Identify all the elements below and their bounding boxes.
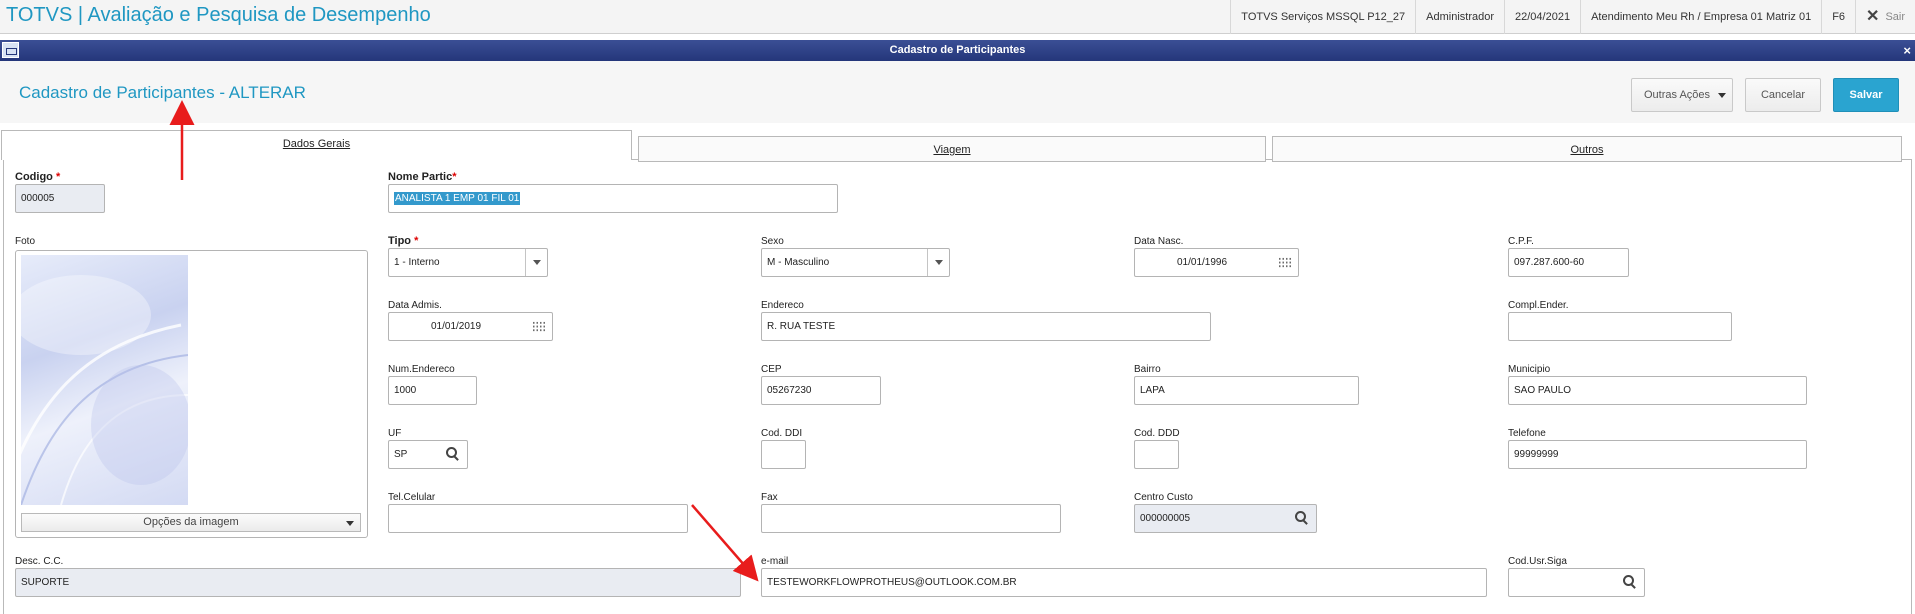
num-endereco-field[interactable]: 1000 [388, 376, 477, 405]
app-info-bar: TOTVS Serviços MSSQL P12_27 Administrado… [1230, 0, 1915, 34]
tab-outros[interactable]: Outros [1272, 136, 1902, 162]
telefone-field[interactable]: 99999999 [1508, 440, 1807, 469]
more-actions-button[interactable]: Outras Ações [1631, 78, 1733, 112]
image-options-label: Opções da imagem [143, 516, 239, 528]
data-nasc-field[interactable]: 01/01/1996 [1134, 248, 1299, 277]
cod-ddd-field[interactable] [1134, 440, 1179, 469]
page-title: Cadastro de Participantes - ALTERAR [19, 83, 306, 102]
exit-button[interactable]: ✕ Sair [1855, 0, 1915, 34]
cod-usr-siga-field[interactable] [1508, 568, 1645, 597]
cod-ddi-field[interactable] [761, 440, 806, 469]
environment-label: TOTVS Serviços MSSQL P12_27 [1230, 0, 1415, 34]
photo-frame: Opções da imagem [15, 250, 368, 538]
exit-label: Sair [1885, 11, 1905, 23]
sexo-value: M - Masculino [767, 257, 830, 268]
centro-custo-label: Centro Custo [1134, 492, 1193, 503]
uf-field[interactable]: SP [388, 440, 468, 469]
nome-label: Nome Partic* [388, 171, 457, 183]
photo-placeholder-image [21, 255, 188, 505]
dialog-header: Cadastro de Participantes - ALTERAR Outr… [0, 61, 1915, 123]
search-icon[interactable] [1623, 575, 1637, 589]
nome-value: ANALISTA 1 EMP 01 FIL 01 [394, 192, 521, 205]
tab-dados-gerais[interactable]: Dados Gerais [1, 130, 632, 160]
save-button[interactable]: Salvar [1833, 78, 1899, 112]
endereco-field[interactable]: R. RUA TESTE [761, 312, 1211, 341]
data-admis-value: 01/01/2019 [431, 321, 482, 332]
endereco-label: Endereco [761, 300, 804, 311]
data-nasc-label: Data Nasc. [1134, 236, 1184, 247]
centro-custo-value: 000000005 [1140, 513, 1191, 524]
dialog-title: Cadastro de Participantes [889, 44, 1026, 56]
tipo-value: 1 - Interno [394, 257, 440, 268]
tipo-label: Tipo * [388, 235, 419, 247]
foto-label: Foto [15, 236, 36, 247]
window-icon [2, 42, 19, 58]
compl-ender-field[interactable] [1508, 312, 1732, 341]
dialog-close-button[interactable]: × [1903, 40, 1911, 61]
num-endereco-label: Num.Endereco [388, 364, 455, 375]
data-nasc-value: 01/01/1996 [1177, 257, 1228, 268]
cancel-button[interactable]: Cancelar [1745, 78, 1821, 112]
search-icon[interactable] [1295, 511, 1309, 525]
sexo-label: Sexo [761, 236, 784, 247]
cpf-field[interactable]: 097.287.600-60 [1508, 248, 1629, 277]
centro-custo-field[interactable]: 000000005 [1134, 504, 1317, 533]
cod-ddi-label: Cod. DDI [761, 428, 803, 439]
fax-field[interactable] [761, 504, 1061, 533]
tel-celular-field[interactable] [388, 504, 688, 533]
codigo-label: Codigo * [15, 171, 61, 183]
image-options-dropdown[interactable]: Opções da imagem [21, 513, 361, 532]
calendar-icon[interactable] [1278, 257, 1292, 268]
tel-celular-label: Tel.Celular [388, 492, 436, 503]
bairro-label: Bairro [1134, 364, 1161, 375]
branch-label[interactable]: Atendimento Meu Rh / Empresa 01 Matriz 0… [1580, 0, 1821, 34]
telefone-label: Telefone [1508, 428, 1546, 439]
date-label: 22/04/2021 [1504, 0, 1580, 34]
desc-cc-field[interactable]: SUPORTE [15, 568, 741, 597]
email-field[interactable]: TESTEWORKFLOWPROTHEUS@OUTLOOK.COM.BR [761, 568, 1487, 597]
more-actions-label: Outras Ações [1644, 89, 1711, 101]
user-label: Administrador [1415, 0, 1504, 34]
municipio-field[interactable]: SAO PAULO [1508, 376, 1807, 405]
nome-field[interactable]: ANALISTA 1 EMP 01 FIL 01 [388, 184, 838, 213]
uf-value: SP [394, 449, 408, 460]
email-label: e-mail [761, 556, 789, 567]
cod-usr-siga-label: Cod.Usr.Siga [1508, 556, 1567, 567]
chevron-down-icon [1718, 93, 1726, 98]
fax-label: Fax [761, 492, 778, 503]
calendar-icon[interactable] [532, 321, 546, 332]
tipo-select[interactable]: 1 - Interno [388, 248, 548, 277]
chevron-down-icon [346, 521, 354, 526]
uf-label: UF [388, 428, 402, 439]
codigo-field[interactable]: 000005 [15, 184, 105, 213]
municipio-label: Municipio [1508, 364, 1551, 375]
compl-ender-label: Compl.Ender. [1508, 300, 1569, 311]
app-title: TOTVS | Avaliação e Pesquisa de Desempen… [6, 4, 431, 26]
data-admis-field[interactable]: 01/01/2019 [388, 312, 553, 341]
app-header: TOTVS | Avaliação e Pesquisa de Desempen… [0, 0, 1915, 34]
search-icon[interactable] [446, 447, 460, 461]
sexo-select[interactable]: M - Masculino [761, 248, 950, 277]
f6-shortcut[interactable]: F6 [1821, 0, 1855, 34]
cpf-label: C.P.F. [1508, 236, 1534, 247]
cep-field[interactable]: 05267230 [761, 376, 881, 405]
dialog-titlebar: Cadastro de Participantes × [0, 40, 1915, 61]
bairro-field[interactable]: LAPA [1134, 376, 1359, 405]
close-icon: ✕ [1866, 8, 1880, 25]
data-admis-label: Data Admis. [388, 300, 442, 311]
tab-viagem[interactable]: Viagem [638, 136, 1266, 162]
cod-ddd-label: Cod. DDD [1134, 428, 1180, 439]
desc-cc-label: Desc. C.C. [15, 556, 64, 567]
chevron-down-icon [525, 249, 547, 276]
cep-label: CEP [761, 364, 782, 375]
chevron-down-icon [927, 249, 949, 276]
